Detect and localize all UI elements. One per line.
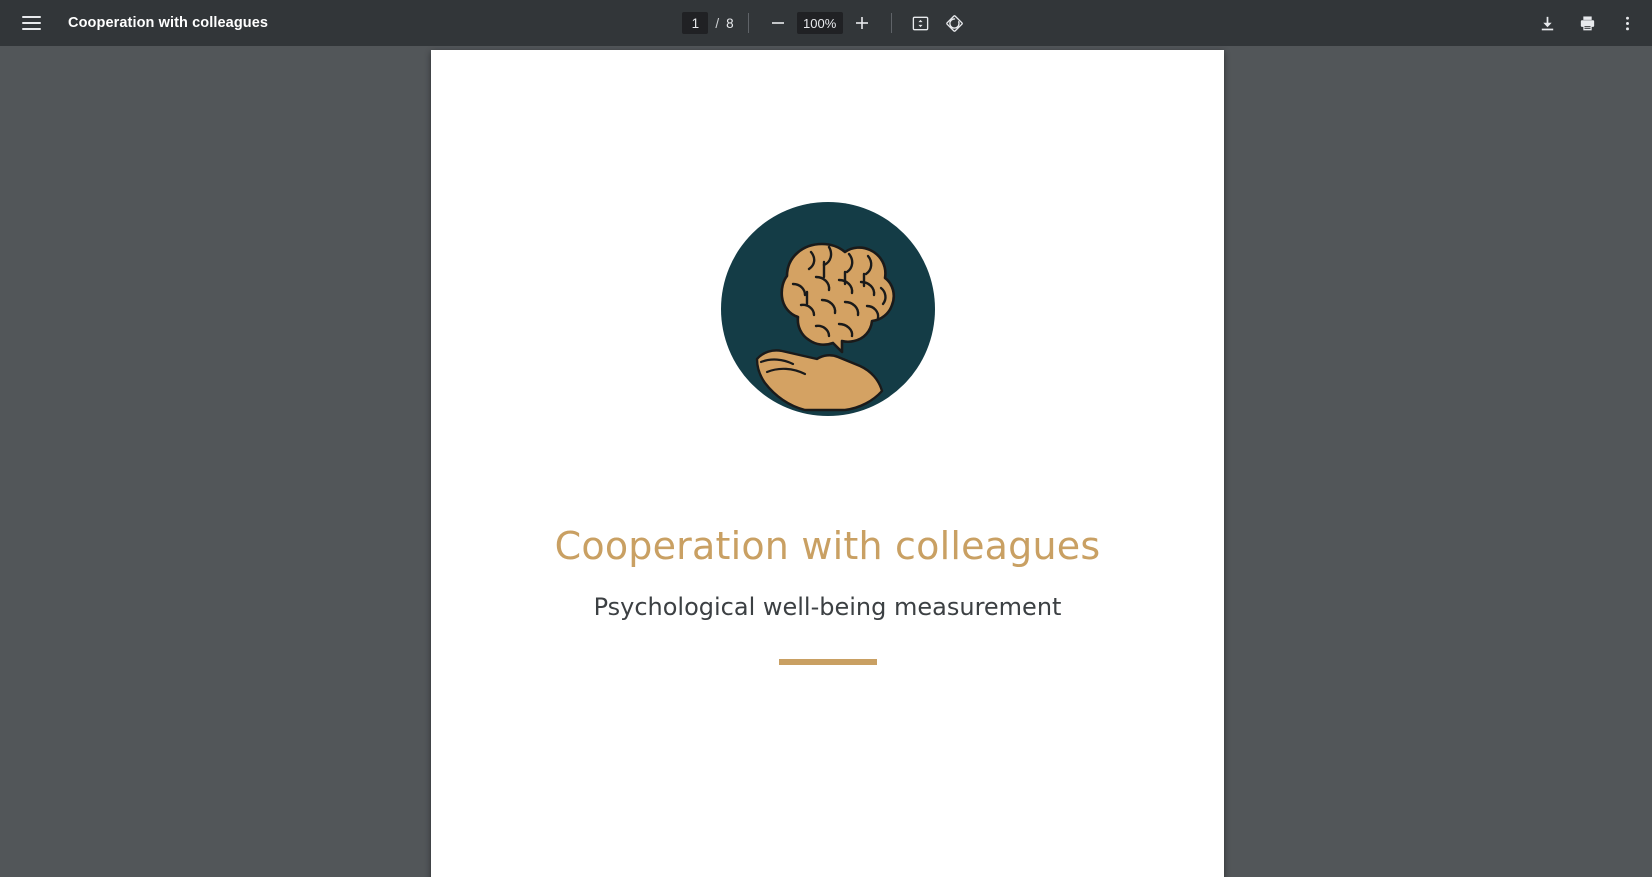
rotate-counterclockwise-icon	[945, 14, 964, 33]
rotate-button[interactable]	[940, 8, 970, 38]
zoom-out-button[interactable]	[763, 8, 793, 38]
logo-container	[431, 202, 1224, 416]
fit-to-page-button[interactable]	[906, 8, 936, 38]
slide-subtitle: Psychological well-being measurement	[431, 593, 1224, 622]
print-icon	[1578, 14, 1597, 33]
sidebar-toggle-button[interactable]	[14, 6, 48, 40]
page-navigation-group: / 8	[682, 12, 733, 34]
title-divider-rule	[779, 659, 877, 665]
toolbar-divider-left	[748, 13, 749, 33]
download-icon	[1538, 14, 1557, 33]
fit-to-page-icon	[911, 14, 930, 33]
slide-title-block: Cooperation with colleagues Psychologica…	[431, 525, 1224, 665]
more-vertical-icon	[1618, 14, 1637, 33]
pdf-toolbar: Cooperation with colleagues / 8 100%	[0, 0, 1652, 46]
toolbar-divider-right	[891, 13, 892, 33]
plus-icon	[854, 15, 870, 31]
more-options-button[interactable]	[1610, 6, 1644, 40]
pdf-page: Cooperation with colleagues Psychologica…	[431, 50, 1224, 877]
hamburger-menu-icon	[22, 16, 41, 30]
toolbar-right-group	[1530, 0, 1644, 46]
toolbar-left-group: Cooperation with colleagues	[0, 6, 268, 40]
zoom-level-value[interactable]: 100%	[797, 12, 843, 34]
zoom-controls-group: 100%	[763, 8, 877, 38]
page-separator: /	[715, 16, 719, 31]
slide-content: Cooperation with colleagues Psychologica…	[431, 50, 1224, 877]
pdf-viewer-area[interactable]: Cooperation with colleagues Psychologica…	[0, 46, 1652, 877]
download-button[interactable]	[1530, 6, 1564, 40]
slide-title: Cooperation with colleagues	[431, 525, 1224, 569]
print-button[interactable]	[1570, 6, 1604, 40]
page-total-count: 8	[726, 16, 734, 31]
minus-icon	[770, 15, 786, 31]
document-title: Cooperation with colleagues	[68, 15, 268, 31]
view-controls-group	[906, 8, 970, 38]
zoom-in-button[interactable]	[847, 8, 877, 38]
brain-in-hand-logo	[721, 202, 935, 416]
page-number-input[interactable]	[682, 12, 708, 34]
